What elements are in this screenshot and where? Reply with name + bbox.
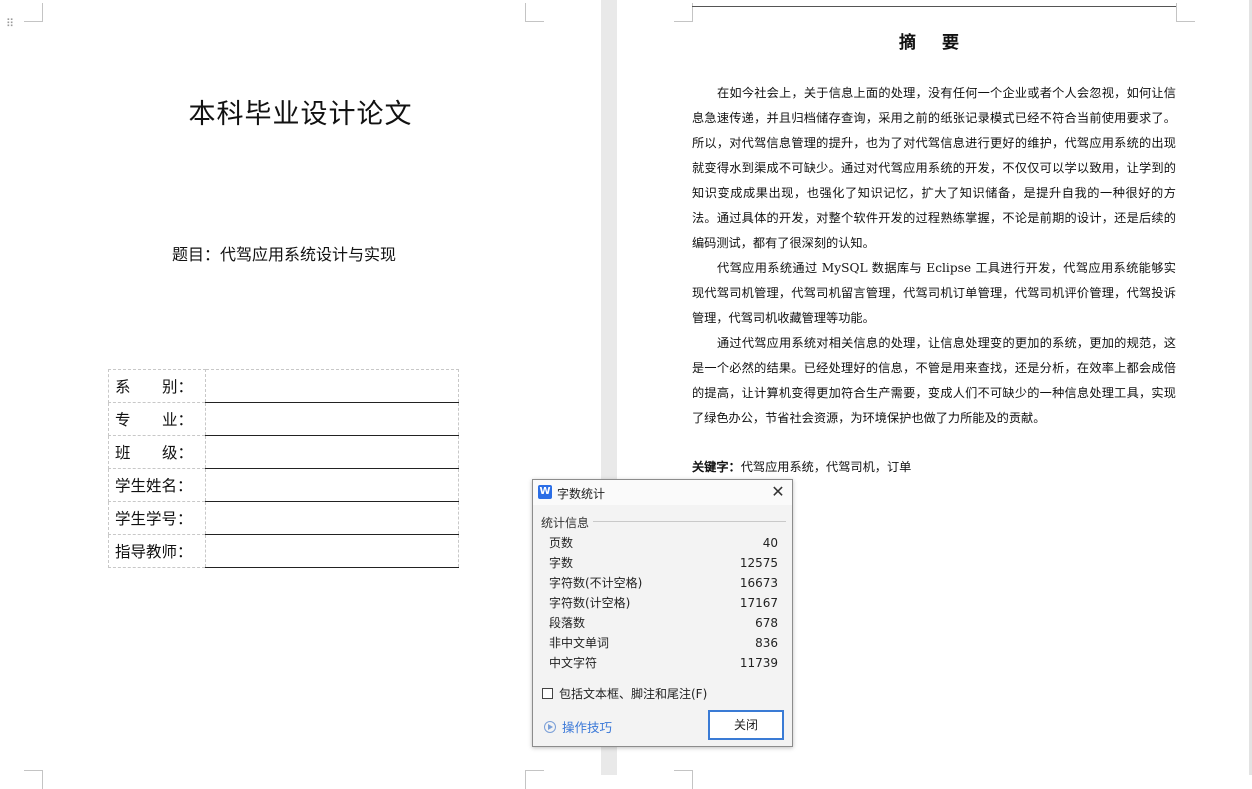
page-header-rule [692,6,1176,7]
field-value-major[interactable] [205,402,459,436]
stat-label: 页数 [549,536,574,550]
stat-row-pages: 页数 40 [549,533,778,553]
cover-title: 本科毕业设计论文 [188,99,413,130]
field-label: 系别： [108,369,206,403]
table-row: 指导教师： [108,534,459,568]
abstract-body: 在如今社会上，关于信息上面的处理，没有任何一个企业或者个人会忽视，如何让信息急速… [692,81,1176,431]
group-label: 统计信息 [541,514,594,531]
stat-value: 16673 [739,576,778,590]
table-row: 系别： [108,369,459,403]
cover-subject: 题目：代驾应用系统设计与实现 [171,245,396,264]
field-label: 学生学号： [108,501,206,535]
stat-row-non-chinese-words: 非中文单词 836 [549,633,778,653]
play-circle-icon [544,720,556,733]
crop-mark [674,770,693,789]
table-row: 学生学号： [108,501,459,535]
stat-value: 40 [762,536,778,550]
field-value-advisor[interactable] [205,534,459,568]
field-value-student-id[interactable] [205,501,459,535]
stat-row-chars-no-spaces: 字符数(不计空格) 16673 [549,573,778,593]
crop-mark [1176,3,1195,22]
field-label: 班级： [108,435,206,469]
stat-value: 12575 [739,556,778,570]
crop-mark [525,770,544,789]
table-row: 学生姓名： [108,468,459,502]
keywords-label: 关键字： [692,460,741,474]
stat-value: 11739 [739,656,778,670]
keywords-line: 关键字：代驾应用系统，代驾司机，订单 [692,455,911,480]
checkbox-label[interactable]: 包括文本框、脚注和尾注(F) [559,685,707,702]
tips-label[interactable]: 操作技巧 [562,717,612,736]
crop-mark [24,770,43,789]
stat-label: 非中文单词 [549,636,610,650]
crop-mark [525,3,544,22]
cover-page: ⠿ 本科毕业设计论文 题目：代驾应用系统设计与实现 系别： 专业： 班级： 学生… [0,0,601,789]
field-label: 学生姓名： [108,468,206,502]
stat-label: 中文字符 [549,656,598,670]
crop-mark [674,3,693,22]
field-label: 专业： [108,402,206,436]
abstract-paragraph: 在如今社会上，关于信息上面的处理，没有任何一个企业或者个人会忽视，如何让信息急速… [692,86,1176,250]
crop-mark [24,3,43,22]
table-row: 专业： [108,402,459,436]
include-textboxes-option[interactable]: 包括文本框、脚注和尾注(F) [542,685,707,702]
stat-value: 17167 [739,596,778,610]
stat-value: 836 [755,636,778,650]
close-icon[interactable]: ✕ [769,483,787,501]
keywords-text: 代驾应用系统，代驾司机，订单 [740,460,912,474]
drag-handle-icon[interactable]: ⠿ [6,18,16,37]
stat-label: 字数 [549,556,574,570]
dialog-titlebar[interactable]: W 字数统计 ✕ [533,480,792,505]
stat-label: 段落数 [549,616,586,630]
include-textboxes-checkbox[interactable] [542,688,553,699]
stat-row-chinese-chars: 中文字符 11739 [549,653,778,673]
close-button[interactable]: 关闭 [708,710,784,740]
stat-value: 678 [755,616,778,630]
dialog-title: 字数统计 [557,487,606,501]
abstract-paragraph: 通过代驾应用系统对相关信息的处理，让信息处理变的更加的系统，更加的规范，这是一个… [692,336,1176,425]
tips-link[interactable]: 操作技巧 [544,717,612,736]
stat-row-words: 字数 12575 [549,553,778,573]
field-value-student-name[interactable] [205,468,459,502]
word-count-dialog[interactable]: W 字数统计 ✕ 统计信息 页数 40 字数 12575 字符数(不计空格) 1… [532,479,793,747]
field-value-class[interactable] [205,435,459,469]
stats-list: 页数 40 字数 12575 字符数(不计空格) 16673 字符数(计空格) … [549,533,778,673]
stat-row-paragraphs: 段落数 678 [549,613,778,633]
abstract-title: 摘 要 [899,33,969,53]
field-value-department[interactable] [205,369,459,403]
student-info-table: 系别： 专业： 班级： 学生姓名： 学生学号： 指导教师： [108,369,459,568]
abstract-paragraph: 代驾应用系统通过 MySQL 数据库与 Eclipse 工具进行开发，代驾应用系… [692,261,1176,325]
field-label: 指导教师： [108,534,206,568]
stat-label: 字符数(计空格) [549,596,631,610]
stat-label: 字符数(不计空格) [549,576,643,590]
table-row: 班级： [108,435,459,469]
stat-row-chars-with-spaces: 字符数(计空格) 17167 [549,593,778,613]
wps-writer-icon: W [538,485,552,499]
